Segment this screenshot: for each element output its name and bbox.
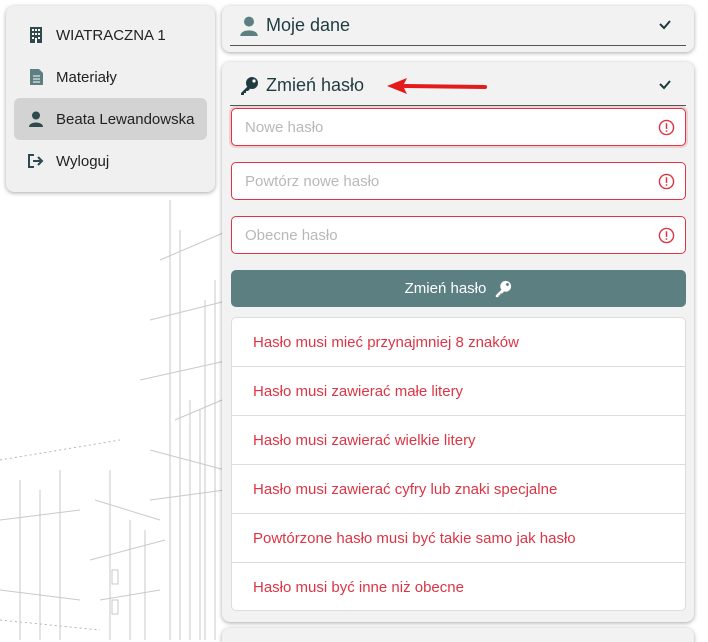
user-icon (238, 15, 260, 37)
new-password-field[interactable] (231, 108, 686, 146)
building-icon (28, 27, 44, 43)
sidebar-item-label: Beata Lewandowska (56, 110, 195, 128)
key-icon (238, 75, 260, 97)
sidebar-item-materials[interactable]: Materiały (14, 56, 207, 98)
sidebar-nav: WIATRACZNA 1 Materiały Beata Lewandowska… (6, 6, 215, 192)
logout-icon (28, 153, 44, 169)
button-label: Zmień hasło (404, 280, 487, 297)
next-panel (222, 628, 694, 642)
sidebar-item-label: Wyloguj (56, 152, 110, 170)
sidebar-item-profile[interactable]: Beata Lewandowska (14, 98, 207, 140)
error-icon (658, 227, 675, 244)
error-icon (658, 173, 675, 190)
my-data-header[interactable]: Moje dane (230, 6, 686, 46)
new-password-input[interactable] (232, 109, 632, 145)
sidebar-item-property[interactable]: WIATRACZNA 1 (14, 14, 207, 56)
validation-item: Hasło musi zawierać wielkie litery (232, 416, 685, 465)
validation-list: Hasło musi mieć przynajmniej 8 znaków Ha… (231, 317, 686, 611)
my-data-panel: Moje dane (222, 6, 694, 52)
current-password-input[interactable] (232, 217, 632, 253)
sidebar-item-label: WIATRACZNA 1 (56, 26, 166, 44)
key-icon (494, 280, 512, 298)
current-password-field[interactable] (231, 216, 686, 254)
chevron-down-icon (659, 80, 671, 90)
user-icon (28, 111, 44, 127)
validation-item: Hasło musi zawierać cyfry lub znaki spec… (232, 465, 685, 514)
panel-title: Zmień hasło (266, 75, 365, 95)
repeat-password-field[interactable] (231, 162, 686, 200)
panel-title: Moje dane (266, 15, 351, 35)
sidebar-item-label: Materiały (56, 68, 117, 86)
sidebar-item-logout[interactable]: Wyloguj (14, 140, 207, 182)
validation-item: Powtórzone hasło musi być takie samo jak… (232, 514, 685, 563)
validation-item: Hasło musi być inne niż obecne (253, 579, 464, 596)
document-icon (28, 69, 44, 85)
repeat-password-input[interactable] (232, 163, 632, 199)
validation-item: Hasło musi zawierać małe litery (232, 367, 685, 416)
annotation-arrow-icon (387, 78, 487, 94)
validation-item: Hasło musi mieć przynajmniej 8 znaków (232, 318, 685, 367)
chevron-down-icon (659, 20, 671, 30)
error-icon (658, 119, 675, 136)
change-password-button[interactable]: Zmień hasło (231, 270, 686, 307)
